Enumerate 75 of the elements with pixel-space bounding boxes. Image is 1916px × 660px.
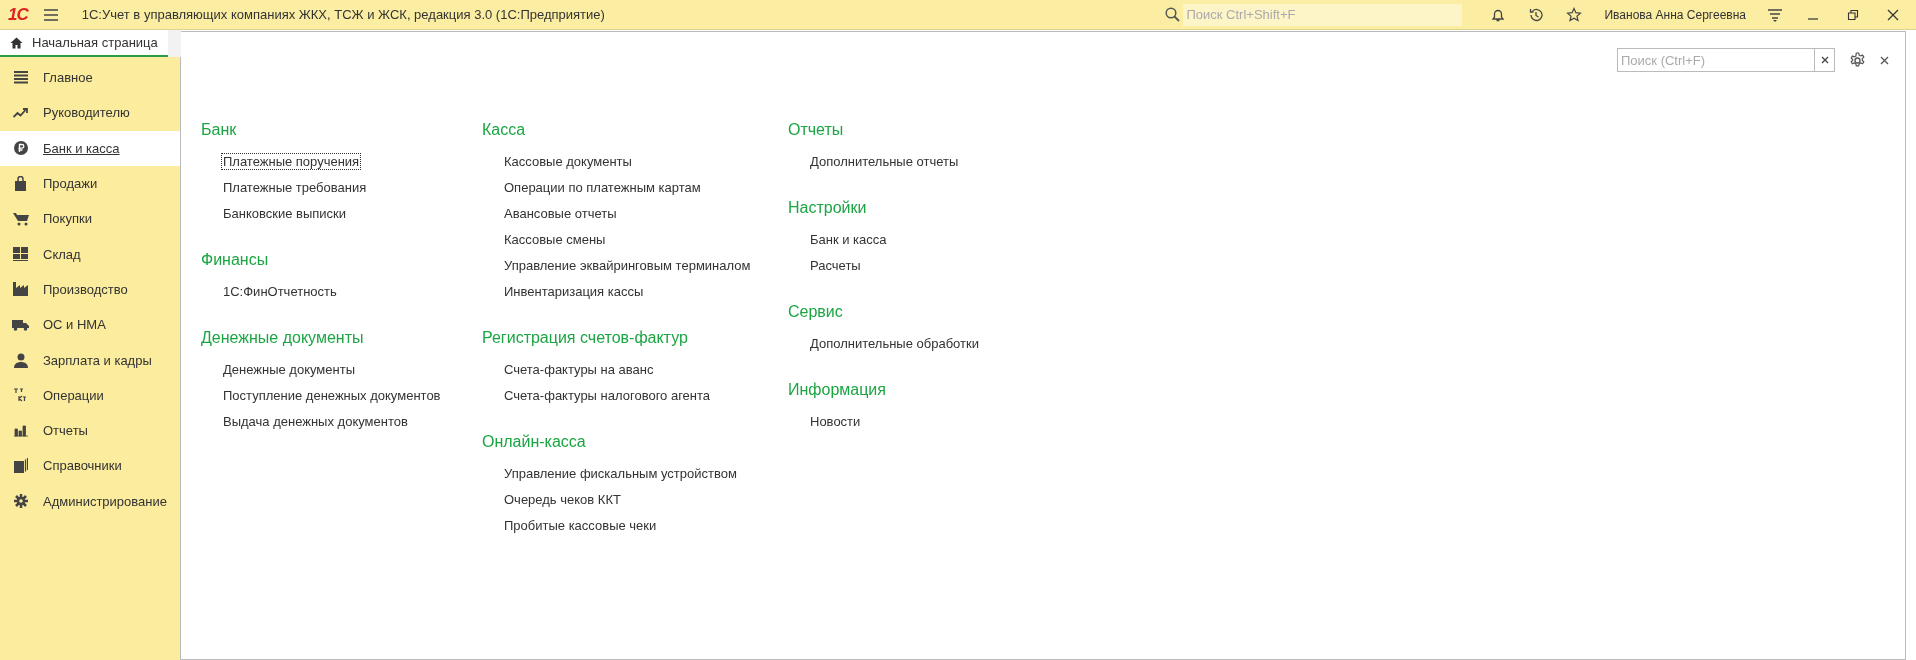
command-link[interactable]: Авансовые отчеты <box>502 204 619 222</box>
search-field[interactable]: Поиск Ctrl+Shift+F <box>1183 3 1463 26</box>
command-link[interactable]: Новости <box>808 412 863 430</box>
command-link[interactable]: Дополнительные отчеты <box>808 152 961 170</box>
section-heading: Отчеты <box>788 120 845 140</box>
sidebar-item[interactable]: Производство <box>0 271 180 308</box>
close-icon[interactable] <box>1880 55 1889 65</box>
section-heading: Денежные документы <box>201 328 365 348</box>
command-link[interactable]: Поступление денежных документов <box>221 386 443 404</box>
command-link[interactable]: Банковские выписки <box>221 204 349 222</box>
home-icon <box>10 36 23 49</box>
settings-icon[interactable] <box>1849 51 1866 69</box>
grid-icon <box>13 247 28 262</box>
clear-button[interactable] <box>1815 48 1835 72</box>
list-icon <box>13 71 28 85</box>
sidebar-item[interactable]: Склад <box>0 236 180 272</box>
sidebar-item[interactable]: ОС и НМА <box>0 307 180 343</box>
command-link[interactable]: Счета-фактуры налогового агента <box>502 386 713 404</box>
ruble-icon <box>13 141 28 156</box>
books-icon <box>13 458 28 474</box>
command-link[interactable]: 1С:ФинОтчетность <box>221 282 339 300</box>
sidebar-item[interactable]: Зарплата и кадры <box>0 342 180 378</box>
search-field[interactable]: Поиск (Ctrl+F) <box>1617 48 1815 72</box>
command-link[interactable]: Дополнительные обработки <box>808 334 981 352</box>
command-link[interactable]: Счета-фактуры на аванс <box>502 360 656 378</box>
section-heading: Сервис <box>788 302 844 322</box>
sidebar-item[interactable]: Операции <box>0 377 180 413</box>
command-link[interactable]: Расчеты <box>808 256 863 274</box>
window-title: 1С:Учет в управляющих компаниях ЖКХ, ТСЖ и ЖСК, редакция 3.0 (1С:Предприятие) <box>81 7 606 22</box>
command-link[interactable]: Банк и касса <box>808 230 889 248</box>
gear-icon <box>13 494 28 509</box>
command-link[interactable]: Управление фискальным устройством <box>502 464 739 482</box>
command-link[interactable]: Платежные требования <box>221 178 369 196</box>
section-heading: Настройки <box>788 198 868 218</box>
command-link[interactable]: Платежные поручения <box>221 152 362 170</box>
bag-icon <box>14 176 27 192</box>
user-name[interactable]: Иванова Анна Сергеевна <box>1604 7 1746 22</box>
section-heading: Касса <box>482 120 527 140</box>
home-tab[interactable]: Начальная страница <box>0 30 168 57</box>
settings-menu-icon[interactable] <box>1768 7 1782 22</box>
sidebar-item[interactable]: Покупки <box>0 201 180 237</box>
sidebar-item[interactable]: Главное <box>0 60 180 96</box>
command-link[interactable]: Денежные документы <box>221 360 357 378</box>
command-link[interactable]: Выдача денежных документов <box>221 412 410 430</box>
section-heading: Финансы <box>201 250 270 270</box>
command-link[interactable]: Управление эквайринговым терминалом <box>502 256 753 274</box>
section-heading: Информация <box>788 380 887 400</box>
sidebar-item[interactable]: Отчеты <box>0 412 180 449</box>
sidebar-item[interactable]: Справочники <box>0 448 180 484</box>
app-logo: 1С <box>8 4 28 25</box>
sidebar-item[interactable]: Руководителю <box>0 95 180 131</box>
factory-icon <box>13 282 28 297</box>
sidebar-item[interactable]: Банк и касса <box>0 130 180 166</box>
close-icon[interactable] <box>1887 8 1899 21</box>
command-link[interactable]: Кассовые документы <box>502 152 634 170</box>
command-link[interactable]: Кассовые смены <box>502 230 608 248</box>
trend-icon <box>13 107 28 118</box>
clear-icon <box>1820 56 1829 64</box>
bar-chart-icon <box>13 424 28 437</box>
sidebar-item[interactable]: Продажи <box>0 165 180 202</box>
cart-icon <box>12 211 29 226</box>
star-icon[interactable] <box>1566 6 1583 23</box>
command-link[interactable]: Пробитые кассовые чеки <box>502 516 659 534</box>
truck-icon <box>12 318 29 331</box>
history-icon[interactable] <box>1528 6 1545 23</box>
section-heading: Регистрация счетов-фактур <box>482 328 689 348</box>
command-link[interactable]: Инвентаризация кассы <box>502 282 646 300</box>
command-link[interactable]: Операции по платежным картам <box>502 178 703 196</box>
person-icon <box>13 352 28 368</box>
sidebar-item[interactable]: Администрирование <box>0 483 180 519</box>
menu-icon[interactable] <box>43 8 58 21</box>
section-heading: Онлайн-касса <box>482 432 587 452</box>
restore-icon[interactable] <box>1847 8 1859 21</box>
command-link[interactable]: Очередь чеков ККТ <box>502 490 623 508</box>
section-heading: Банк <box>201 120 238 140</box>
